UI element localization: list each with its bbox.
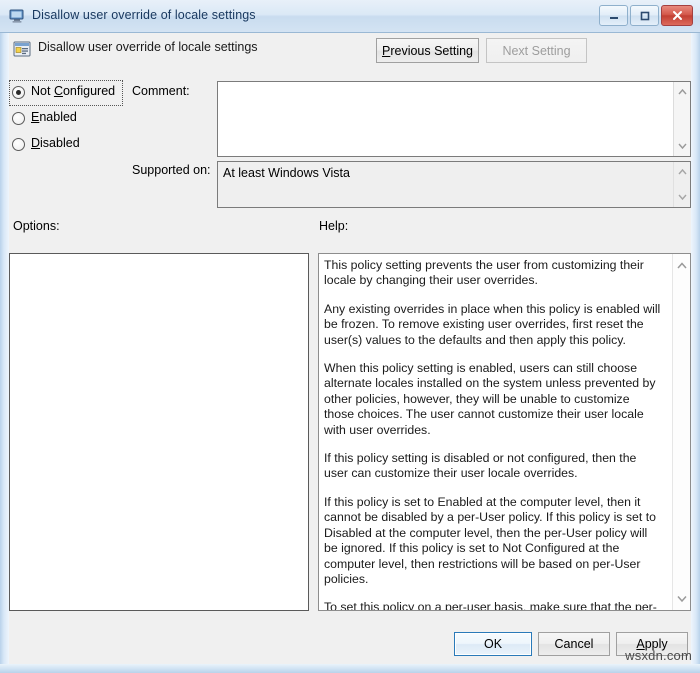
help-text: This policy setting prevents the user fr…: [324, 258, 662, 611]
chevron-down-icon[interactable]: [674, 138, 690, 154]
chevron-up-icon[interactable]: [674, 84, 690, 100]
comment-scrollbar[interactable]: [673, 82, 690, 156]
radio-enabled[interactable]: Enabled: [9, 106, 129, 132]
supported-on-field: At least Windows Vista: [217, 161, 691, 208]
minimize-button[interactable]: [599, 5, 628, 26]
window-title: Disallow user override of locale setting…: [32, 8, 256, 22]
help-panel[interactable]: This policy setting prevents the user fr…: [318, 253, 691, 611]
previous-setting-label-rest: revious Setting: [390, 43, 474, 58]
help-paragraph: When this policy setting is enabled, use…: [324, 361, 656, 437]
help-paragraph: If this policy setting is disabled or no…: [324, 451, 637, 481]
chevron-down-icon[interactable]: [674, 189, 690, 205]
group-policy-setting-dialog: Disallow user override of locale setting…: [0, 0, 700, 673]
supported-on-scrollbar[interactable]: [673, 162, 690, 207]
next-setting-button[interactable]: Next Setting: [486, 38, 587, 63]
radio-not-configured[interactable]: Not Configured: [9, 80, 124, 106]
radio-label-not-configured: Not Configured: [31, 84, 116, 98]
help-scrollbar[interactable]: [672, 254, 690, 610]
supported-on-label: Supported on:: [132, 163, 211, 177]
setting-header: Disallow user override of locale setting…: [9, 34, 691, 74]
radio-indicator-enabled: [12, 112, 25, 125]
cancel-button[interactable]: Cancel: [538, 632, 610, 656]
comment-label: Comment:: [132, 84, 190, 98]
window-frame-right: [691, 0, 700, 673]
radio-label-disabled: Disabled: [31, 136, 80, 150]
policy-setting-icon: [13, 40, 31, 58]
help-paragraph: If this policy is set to Enabled at the …: [324, 494, 656, 586]
chevron-up-icon[interactable]: [674, 164, 690, 180]
comment-input[interactable]: [217, 81, 691, 157]
chevron-down-icon[interactable]: [673, 590, 690, 607]
cancel-label: Cancel: [554, 637, 594, 651]
radio-indicator-not-configured: [12, 86, 25, 99]
help-paragraph: This policy setting prevents the user fr…: [324, 258, 644, 288]
policy-state-radio-group: Not Configured Enabled Disabled: [9, 80, 129, 158]
window-frame-bottom: [0, 664, 700, 673]
maximize-button[interactable]: [630, 5, 659, 26]
ok-label: OK: [483, 637, 503, 651]
setting-title: Disallow user override of locale setting…: [38, 40, 258, 54]
close-button[interactable]: [661, 5, 693, 26]
chevron-up-icon[interactable]: [673, 257, 690, 274]
options-panel[interactable]: [9, 253, 309, 611]
help-paragraph: To set this policy on a per-user basis, …: [324, 600, 657, 611]
supported-on-value: At least Windows Vista: [223, 166, 350, 180]
radio-disabled[interactable]: Disabled: [9, 132, 129, 158]
previous-setting-button[interactable]: Previous Setting: [376, 38, 479, 63]
help-label: Help:: [319, 219, 349, 233]
radio-indicator-disabled: [12, 138, 25, 151]
help-paragraph: Any existing overrides in place when thi…: [324, 301, 661, 347]
ok-button[interactable]: OK: [454, 632, 532, 656]
watermark: wsxdn.com: [625, 648, 692, 663]
radio-label-enabled: Enabled: [31, 110, 77, 124]
window-frame-left: [0, 0, 9, 673]
next-setting-label: Next Setting: [502, 43, 571, 58]
computer-monitor-icon: [9, 8, 25, 24]
options-label: Options:: [13, 219, 60, 233]
title-bar: Disallow user override of locale setting…: [0, 0, 700, 33]
